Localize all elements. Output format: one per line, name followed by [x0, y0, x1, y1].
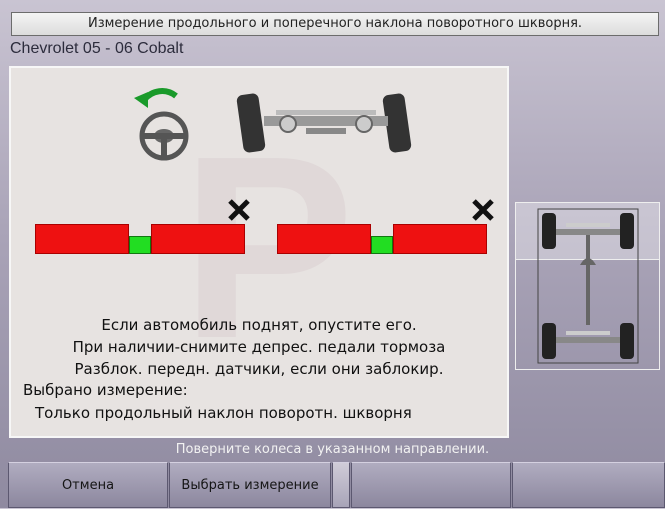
- gauge-bar-right-segment: [393, 224, 487, 254]
- left-caster-gauge: [35, 224, 245, 254]
- gauge-target-indicator: [129, 236, 151, 254]
- empty-button-4[interactable]: [512, 462, 665, 508]
- selected-measurement-value: Только продольный наклон поворотн. шквор…: [35, 404, 412, 422]
- vehicle-name: Chevrolet 05 - 06 Cobalt: [10, 40, 184, 57]
- status-message: Поверните колеса в указанном направлении…: [175, 442, 490, 457]
- gauge-bar-left-segment: [35, 224, 129, 254]
- x-mark-icon: [228, 199, 250, 221]
- instruction-line-1: Если автомобиль поднят, опустите его.: [101, 316, 417, 334]
- turn-left-arrow-icon: [141, 88, 178, 103]
- instruction-line-2: При наличии-снимите депрес. педали тормо…: [72, 338, 446, 356]
- gauge-bar-left-segment: [277, 224, 371, 254]
- gauge-target-indicator: [371, 236, 393, 254]
- select-measurement-button[interactable]: Выбрать измерение: [169, 462, 331, 508]
- arrow-head: [134, 92, 148, 108]
- vehicle-overview-icon: [537, 208, 639, 364]
- instruction-line-3: Разблок. передн. датчики, если они забло…: [74, 360, 444, 378]
- button-bar: Отмена Выбрать измерение: [8, 462, 665, 508]
- window-title: Измерение продольного и поперечного накл…: [11, 12, 659, 36]
- gauge-bar-right-segment: [151, 224, 245, 254]
- front-axle-icon: [236, 93, 412, 153]
- right-caster-gauge: [277, 224, 491, 254]
- cancel-button[interactable]: Отмена: [8, 462, 168, 508]
- steering-wheel-graphic: [134, 88, 189, 161]
- empty-button-3[interactable]: [351, 462, 511, 508]
- steering-wheel-icon: [139, 111, 189, 161]
- x-mark-icon: [472, 199, 494, 221]
- instruction-panel: P Если автомобиль поднят, опустите его. …: [9, 66, 509, 438]
- selected-measurement-label: Выбрано измерение:: [23, 381, 188, 399]
- vehicle-overview-panel: [515, 202, 660, 370]
- button-bar-scroll-handle[interactable]: [332, 462, 350, 508]
